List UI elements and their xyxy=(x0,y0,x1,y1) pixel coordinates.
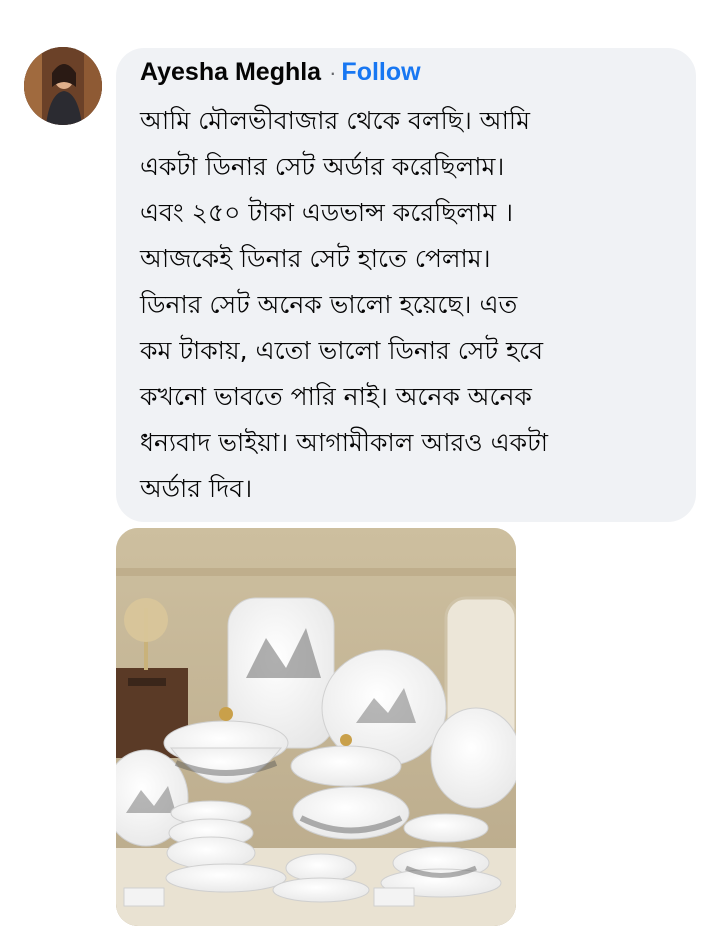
comment-line: আজকেই ডিনার সেট হাতে পেলাম। xyxy=(140,244,491,273)
separator-dot: · xyxy=(329,60,337,85)
comment-line: কম টাকায়, এতো ভালো ডিনার সেট হবে xyxy=(140,336,544,365)
comment-text: আমি মৌলভীবাজার থেকে বলছি। আমি একটা ডিনার… xyxy=(140,98,548,512)
author-name[interactable]: Ayesha Meghla xyxy=(140,58,321,87)
avatar-image xyxy=(24,47,102,125)
comment-line: ডিনার সেট অনেক ভালো হয়েছে। এত xyxy=(140,290,518,319)
attached-photo[interactable] xyxy=(116,528,516,926)
comment-line: অর্ডার দিব। xyxy=(140,474,253,503)
dinner-set-photo-icon xyxy=(116,528,516,926)
comment-line: একটা ডিনার সেট অর্ডার করেছিলাম। xyxy=(140,152,505,181)
comment-line: ধন্যবাদ ভাইয়া। আগামীকাল আরও একটা xyxy=(140,428,548,457)
follow-button[interactable]: Follow xyxy=(341,58,420,87)
comment-line: কখনো ভাবতে পারি নাই। অনেক অনেক xyxy=(140,382,532,411)
comment-bubble: Ayesha Meghla · Follow আমি মৌলভীবাজার থে… xyxy=(116,48,696,522)
comment-line: এবং ২৫০ টাকা এডভান্স করেছিলাম । xyxy=(140,198,514,227)
author-avatar[interactable] xyxy=(24,47,102,125)
comment-header: Ayesha Meghla · Follow xyxy=(140,58,421,87)
comment-line: আমি মৌলভীবাজার থেকে বলছি। আমি xyxy=(140,106,530,135)
